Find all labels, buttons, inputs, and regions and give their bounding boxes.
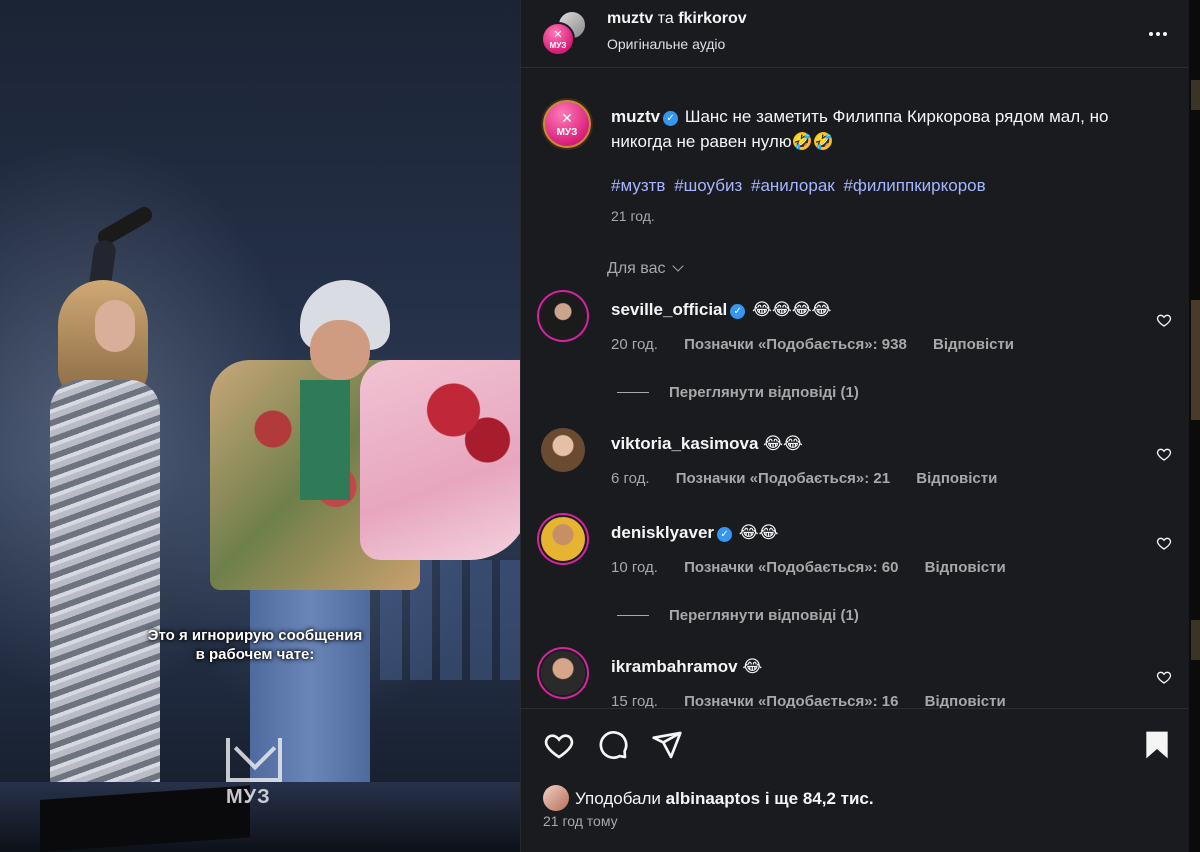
comment-likes-link[interactable]: Позначки «Подобається»: 16 <box>684 693 898 708</box>
hashtag-link[interactable]: #музтв <box>611 176 665 195</box>
commenter-username[interactable]: denisklyaver <box>611 523 714 542</box>
video-player[interactable]: Это я игнорирую сообщения в рабочем чате… <box>0 0 520 852</box>
author-link-fkirkorov[interactable]: fkirkorov <box>678 10 746 27</box>
comment-sort-dropdown[interactable]: Для вас <box>607 260 684 278</box>
liker-avatar[interactable] <box>543 785 569 811</box>
caption-username[interactable]: muztv <box>611 107 660 126</box>
comment-likes-link[interactable]: Позначки «Подобається»: 938 <box>684 336 907 353</box>
caption-timestamp: 21 год. <box>611 208 655 224</box>
view-replies-button[interactable]: Переглянути відповіді (1) <box>617 607 859 624</box>
heart-icon <box>544 734 574 759</box>
commenter-username[interactable]: ikrambahramov <box>611 657 738 676</box>
chevron-down-icon <box>671 260 684 272</box>
save-button[interactable] <box>1141 729 1173 761</box>
comment-text: viktoria_kasimova 😂😂 <box>611 434 803 454</box>
background-feed-edge <box>1189 0 1200 852</box>
post-timestamp: 21 год тому <box>543 813 618 829</box>
bookmark-icon <box>1146 731 1168 759</box>
commenter-avatar[interactable] <box>541 517 585 561</box>
commenter-username[interactable]: viktoria_kasimova <box>611 434 758 453</box>
watermark-text: МУЗ <box>226 786 271 808</box>
heart-icon[interactable] <box>1156 312 1172 328</box>
muz-logo-mark <box>226 738 282 782</box>
author-link-muztv[interactable]: muztv <box>607 10 653 27</box>
comment-body: 😂😂 <box>763 434 803 453</box>
sort-label: Для вас <box>607 260 666 277</box>
comment-time: 15 год. <box>611 693 658 708</box>
share-button[interactable] <box>651 729 683 761</box>
muz-watermark: МУЗ <box>226 738 286 818</box>
verified-badge-icon: ✓ <box>717 527 733 542</box>
more-horizontal-icon <box>1149 32 1167 36</box>
caption-author-avatar[interactable]: ✕ МУЗ <box>541 98 593 150</box>
commenter-avatar[interactable] <box>541 294 585 338</box>
singer-figure <box>40 204 180 800</box>
comment-meta: 15 год. Позначки «Подобається»: 16 Відпо… <box>611 693 1006 708</box>
comment-body: 😂😂😂😂 <box>751 300 832 319</box>
comment-meta: 6 год. Позначки «Подобається»: 21 Відпов… <box>611 470 997 487</box>
post-header: ✕ МУЗ muztv та fkirkorov Оригінальне ауді… <box>521 0 1190 68</box>
caption-text: muztv ✓ Шанс не заметить Филиппа Киркоров… <box>611 104 1131 154</box>
comment-body: 😂😂 <box>738 523 779 542</box>
commenter-avatar[interactable] <box>541 428 585 472</box>
authors-conjunction: та <box>657 10 674 27</box>
video-subtitle: Это я игнорирую сообщения в рабочем чате… <box>100 626 410 664</box>
comment-text: denisklyaver ✓ 😂😂 <box>611 523 778 543</box>
heart-icon[interactable] <box>1156 446 1172 462</box>
comment-likes-link[interactable]: Позначки «Подобається»: 21 <box>676 470 890 487</box>
comment-meta: 20 год. Позначки «Подобається»: 938 Відп… <box>611 336 1014 353</box>
hashtag-link[interactable]: #шоубиз <box>674 176 742 195</box>
muztv-avatar[interactable]: ✕ МУЗ <box>541 22 575 56</box>
commenter-username[interactable]: seville_official <box>611 300 727 319</box>
comment-time: 10 год. <box>611 559 658 576</box>
hashtag-link[interactable]: #филиппкиркоров <box>843 176 985 195</box>
liked-by-summary: Уподобали albinaaptos і ще 84,2 тис. <box>543 785 874 811</box>
share-icon <box>652 731 682 759</box>
reply-button[interactable]: Відповісти <box>933 336 1014 353</box>
comment-meta: 10 год. Позначки «Подобається»: 60 Відпо… <box>611 559 1006 576</box>
comment-time: 20 год. <box>611 336 658 353</box>
muz-logo: ✕ МУЗ <box>549 29 567 50</box>
flower-bouquet <box>360 360 520 560</box>
reply-button[interactable]: Відповісти <box>916 470 997 487</box>
subtitle-line-1: Это я игнорирую сообщения <box>147 627 363 644</box>
post-side-panel: ✕ МУЗ muztv та fkirkorov Оригінальне ауді… <box>520 0 1190 852</box>
comment-text: seville_official ✓ 😂😂😂😂 <box>611 300 831 320</box>
liked-by-user-link[interactable]: albinaaptos <box>666 789 760 808</box>
commenter-avatar[interactable] <box>541 651 585 695</box>
comment-icon <box>599 730 628 759</box>
like-button[interactable] <box>543 729 575 761</box>
comment-body: 😂 <box>742 657 763 676</box>
comment-time: 6 год. <box>611 470 650 487</box>
collab-avatars[interactable]: ✕ МУЗ <box>541 10 591 58</box>
reply-button[interactable]: Відповісти <box>925 693 1006 708</box>
subtitle-line-2: в рабочем чате: <box>195 646 315 663</box>
comments-list[interactable]: seville_official ✓ 😂😂😂😂 20 год. Позначки … <box>521 290 1190 708</box>
verified-badge-icon: ✓ <box>663 111 679 126</box>
muz-logo: ✕ МУЗ <box>556 110 578 138</box>
original-audio-link[interactable]: Оригінальне аудіо <box>607 36 725 52</box>
comment-likes-link[interactable]: Позначки «Подобається»: 60 <box>684 559 898 576</box>
liked-by-prefix: Уподобали <box>575 789 661 808</box>
comment-button[interactable] <box>597 729 629 761</box>
verified-badge-icon: ✓ <box>730 304 746 319</box>
reply-button[interactable]: Відповісти <box>925 559 1006 576</box>
post-authors: muztv та fkirkorov <box>607 10 747 28</box>
hashtag-link[interactable]: #анилорак <box>751 176 835 195</box>
liked-by-count-link[interactable]: і ще 84,2 тис. <box>765 789 874 808</box>
caption-body: Шанс не заметить Филиппа Киркорова рядом… <box>611 107 1109 151</box>
heart-icon[interactable] <box>1156 669 1172 685</box>
post-actions-bar: Уподобали albinaaptos і ще 84,2 тис. 21 … <box>521 708 1190 852</box>
comment-text: ikrambahramov 😂 <box>611 657 762 677</box>
more-options-button[interactable] <box>1148 20 1168 40</box>
caption-hashtags: #музтв #шоубиз #анилорак #филиппкиркоров <box>611 176 990 196</box>
view-replies-button[interactable]: Переглянути відповіді (1) <box>617 384 859 401</box>
heart-icon[interactable] <box>1156 535 1172 551</box>
